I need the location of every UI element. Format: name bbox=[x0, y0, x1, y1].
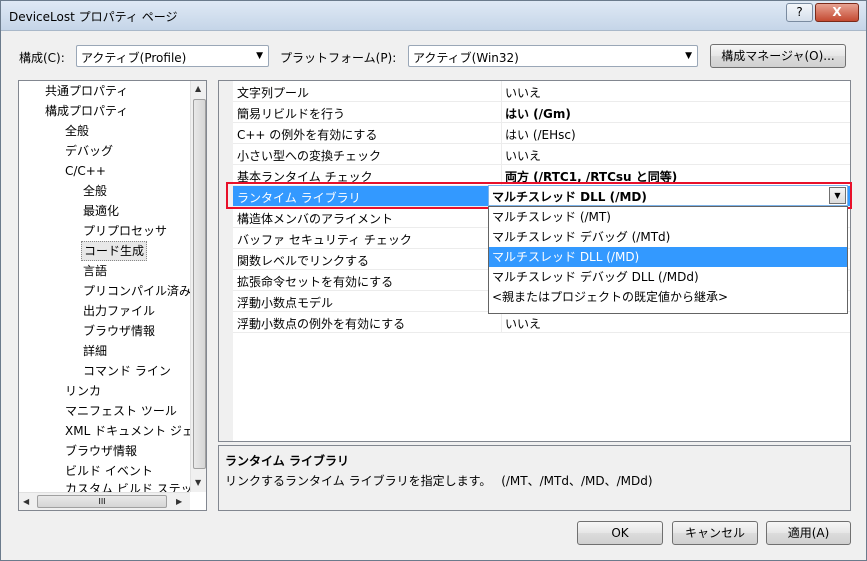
tree-item[interactable]: 共通プロパティ bbox=[45, 81, 128, 101]
tree-item[interactable]: C/C++ bbox=[65, 161, 106, 181]
title-bar: DeviceLost プロパティ ページ ? X bbox=[1, 1, 866, 31]
tree-item[interactable]: コマンド ライン bbox=[83, 361, 171, 381]
property-name: C++ の例外を有効にする bbox=[237, 128, 378, 142]
tree-horizontal-scrollbar[interactable]: ◀ III ▶ bbox=[19, 492, 190, 510]
config-select[interactable]: アクティブ(Profile) ▼ bbox=[76, 45, 269, 67]
grid-gutter bbox=[219, 81, 233, 441]
scroll-right-icon[interactable]: ▶ bbox=[176, 497, 182, 506]
settings-tree: 共通プロパティ 構成プロパティ 全般 デバッグ C/C++ 全般 最適化 プリプ… bbox=[18, 80, 207, 511]
scrollbar-thumb[interactable]: III bbox=[37, 495, 167, 508]
tree-item[interactable]: ビルド イベント bbox=[65, 461, 153, 481]
dropdown-option[interactable]: マルチスレッド デバッグ (/MTd) bbox=[489, 227, 847, 247]
tree-item[interactable]: 出力ファイル bbox=[83, 301, 155, 321]
column-divider bbox=[501, 81, 502, 102]
tree-item[interactable]: 全般 bbox=[65, 121, 89, 141]
highlight-frame bbox=[226, 182, 852, 209]
property-row[interactable]: C++ の例外を有効にする はい (/EHsc) bbox=[233, 123, 850, 144]
platform-label: プラットフォーム(P): bbox=[280, 51, 397, 65]
property-row[interactable]: 浮動小数点の例外を有効にする いいえ bbox=[233, 312, 850, 333]
runtime-library-dropdown-list: マルチスレッド (/MT) マルチスレッド デバッグ (/MTd) マルチスレッ… bbox=[488, 206, 848, 314]
tree-vertical-scrollbar[interactable]: ▲ ▼ bbox=[190, 81, 206, 492]
config-manager-button[interactable]: 構成マネージャ(O)... bbox=[710, 44, 846, 68]
scroll-up-icon[interactable]: ▲ bbox=[195, 84, 201, 93]
property-value: はい (/Gm) bbox=[505, 107, 571, 121]
property-row[interactable]: 小さい型への変換チェック いいえ bbox=[233, 144, 850, 165]
platform-select-value: アクティブ(Win32) bbox=[413, 51, 519, 65]
tree-item[interactable]: 詳細 bbox=[83, 341, 107, 361]
property-value: いいえ bbox=[505, 86, 542, 100]
dropdown-option[interactable]: <親またはプロジェクトの既定値から継承> bbox=[489, 287, 847, 307]
property-name: 浮動小数点の例外を有効にする bbox=[237, 317, 406, 331]
description-text: リンクするランタイム ライブラリを指定します。 (/MT、/MTd、/MD、/M… bbox=[225, 474, 653, 488]
property-row[interactable]: 簡易リビルドを行う はい (/Gm) bbox=[233, 102, 850, 123]
ok-button[interactable]: OK bbox=[577, 521, 663, 545]
config-label: 構成(C): bbox=[19, 51, 65, 65]
chevron-down-icon: ▼ bbox=[256, 51, 263, 61]
column-divider bbox=[501, 144, 502, 165]
property-name: バッファ セキュリティ チェック bbox=[237, 233, 412, 247]
tree-item[interactable]: 最適化 bbox=[83, 201, 119, 221]
property-name: 構造体メンバのアライメント bbox=[237, 212, 394, 226]
property-name: 浮動小数点モデル bbox=[237, 296, 334, 310]
column-divider bbox=[501, 102, 502, 123]
property-value: はい (/EHsc) bbox=[505, 128, 576, 142]
tree-item[interactable]: XML ドキュメント ジェ bbox=[65, 421, 194, 441]
tree-item[interactable]: マニフェスト ツール bbox=[65, 401, 177, 421]
window-title: DeviceLost プロパティ ページ bbox=[9, 10, 178, 24]
property-name: 関数レベルでリンクする bbox=[237, 254, 370, 268]
tree-item[interactable]: 構成プロパティ bbox=[45, 101, 128, 121]
tree-item[interactable]: ブラウザ情報 bbox=[83, 321, 155, 341]
tree-item[interactable]: リンカ bbox=[65, 381, 101, 401]
property-name: 文字列プール bbox=[237, 86, 310, 100]
scroll-down-icon[interactable]: ▼ bbox=[195, 478, 201, 487]
property-value: いいえ bbox=[505, 149, 542, 163]
property-name: 小さい型への変換チェック bbox=[237, 149, 382, 163]
platform-select[interactable]: アクティブ(Win32) ▼ bbox=[408, 45, 698, 67]
tree-item[interactable]: デバッグ bbox=[65, 141, 113, 161]
description-title: ランタイム ライブラリ bbox=[225, 454, 349, 468]
close-button[interactable]: X bbox=[815, 3, 859, 22]
column-divider bbox=[501, 123, 502, 144]
dropdown-option[interactable]: マルチスレッド (/MT) bbox=[489, 207, 847, 227]
config-select-value: アクティブ(Profile) bbox=[81, 51, 187, 65]
scroll-left-icon[interactable]: ◀ bbox=[23, 497, 29, 506]
property-row[interactable]: 文字列プール いいえ bbox=[233, 81, 850, 102]
property-name: 簡易リビルドを行う bbox=[237, 107, 346, 121]
cancel-button[interactable]: キャンセル bbox=[672, 521, 758, 545]
tree-item[interactable]: 全般 bbox=[83, 181, 107, 201]
help-button[interactable]: ? bbox=[786, 3, 813, 22]
description-panel: ランタイム ライブラリ リンクするランタイム ライブラリを指定します。 (/MT… bbox=[218, 445, 851, 511]
column-divider bbox=[501, 312, 502, 333]
scrollbar-thumb[interactable] bbox=[193, 99, 206, 469]
tree-item[interactable]: 言語 bbox=[83, 261, 107, 281]
tree-item[interactable]: プリプロセッサ bbox=[83, 221, 167, 241]
dropdown-option-selected[interactable]: マルチスレッド DLL (/MD) bbox=[489, 247, 847, 267]
tree-item-selected[interactable]: コード生成 bbox=[81, 241, 148, 261]
apply-button[interactable]: 適用(A) bbox=[766, 521, 851, 545]
property-name: 拡張命令セットを有効にする bbox=[237, 275, 394, 289]
tree-item[interactable]: ブラウザ情報 bbox=[65, 441, 137, 461]
dropdown-option[interactable]: マルチスレッド デバッグ DLL (/MDd) bbox=[489, 267, 847, 287]
chevron-down-icon: ▼ bbox=[685, 51, 692, 61]
property-pages-dialog: DeviceLost プロパティ ページ ? X 構成(C): アクティブ(Pr… bbox=[0, 0, 867, 561]
tree-item[interactable]: プリコンパイル済み bbox=[83, 281, 191, 301]
property-value: いいえ bbox=[505, 317, 542, 331]
